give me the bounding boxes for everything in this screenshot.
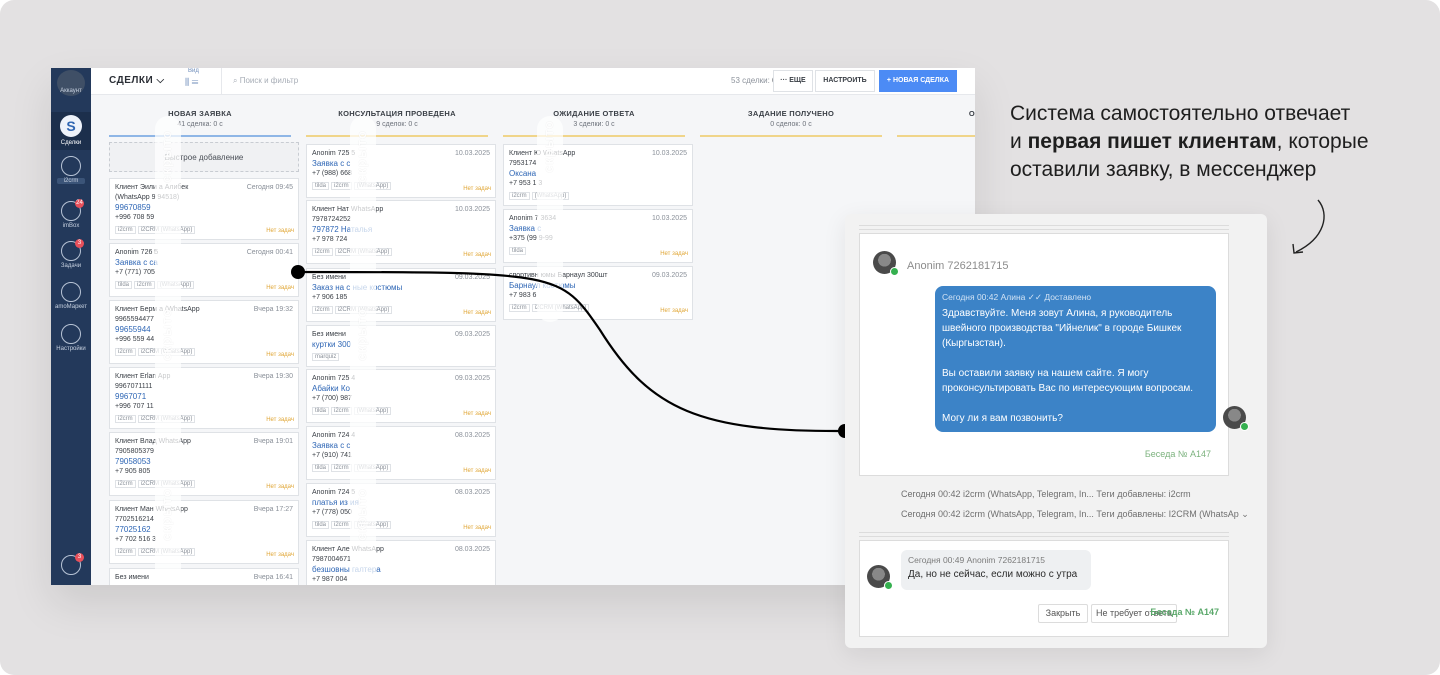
outgoing-message: Сегодня 00:42 Алина ✓✓ Доставлено Здравс… [935,286,1216,432]
background-canvas: Аккаунт S Сделки i2crm 24 imBox 3 Задачи… [0,0,1440,675]
sender-name: Anonim 7262181715 [907,260,1009,272]
system-event: Сегодня 00:42 i2crm (WhatsApp, Telegram,… [901,489,1191,499]
message-line [942,396,1209,411]
whatsapp-icon [890,267,899,276]
conversation-link[interactable]: Беседа № А147 [1150,607,1219,617]
message-line: (Кыргызстан). [942,338,1006,349]
message-line: швейного производства "Ийнелик" в городе… [942,323,1182,334]
whatsapp-icon [1240,422,1249,431]
message-line: Здравствуйте. Меня зовут Алина, я руково… [942,308,1173,319]
divider [859,229,1229,230]
avatar [1223,406,1249,431]
incoming-card: Сегодня 00:49 Anonim 7262181715 Да, но н… [859,540,1229,637]
message-text: Да, но не сейчас, если можно с утра [908,569,1078,580]
message-meta: Сегодня 00:42 Алина ✓✓ Доставлено [942,292,1092,302]
message-line: проконсультировать Вас по интересующим в… [942,383,1194,394]
close-button[interactable]: Закрыть [1038,604,1088,623]
divider [859,225,1229,226]
incoming-message: Сегодня 00:49 Anonim 7262181715 Да, но н… [901,550,1091,590]
connector-dot [291,265,305,279]
message-line [942,351,1209,366]
message-meta: Сегодня 00:49 Anonim 7262181715 [908,555,1046,565]
divider [859,536,1229,537]
whatsapp-icon [884,581,893,590]
system-event[interactable]: Сегодня 00:42 i2crm (WhatsApp, Telegram,… [901,509,1249,520]
chat-panel: Anonim 7262181715 Сегодня 00:42 Алина ✓✓… [845,214,1267,648]
message-line: Вы оставили заявку на нашем сайте. Я мог… [942,368,1149,379]
message-line: Могу ли я вам позвонить? [942,413,1063,424]
divider [859,532,1229,533]
message-card: Anonim 7262181715 Сегодня 00:42 Алина ✓✓… [859,233,1249,476]
conversation-link[interactable]: Беседа № А147 [1145,449,1211,459]
arrow-icon [1295,199,1325,253]
avatar [873,251,899,276]
connector-path [297,270,846,433]
avatar [867,565,893,590]
